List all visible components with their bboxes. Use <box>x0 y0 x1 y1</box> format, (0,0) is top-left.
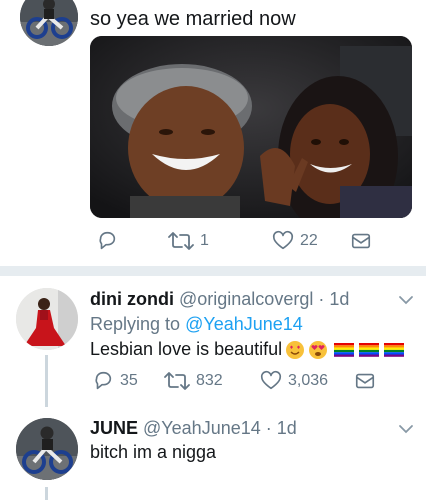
motorbike-avatar-image <box>20 0 78 46</box>
smiling-heart-eyes-emoji-icon <box>286 340 305 359</box>
tweet-actions: 35 832 3,036 <box>92 370 376 392</box>
retweet-icon <box>164 372 190 390</box>
motorbike-avatar-image <box>16 418 78 480</box>
tweet-text: bitch im a nigga <box>90 442 217 462</box>
reply-button[interactable]: 35 <box>92 370 164 392</box>
thread-line <box>45 487 48 500</box>
share-icon <box>351 233 371 249</box>
like-button[interactable]: 3,036 <box>260 370 354 392</box>
handle[interactable]: @originalcovergl <box>179 289 313 309</box>
rainbow-flags-emoji-icon <box>334 342 405 357</box>
tweet-photo[interactable] <box>90 36 412 218</box>
avatar[interactable] <box>16 288 78 350</box>
retweet-button[interactable]: 1 <box>168 230 272 252</box>
thread-line <box>45 355 48 407</box>
timestamp[interactable]: · 1d <box>318 289 349 309</box>
reply-icon <box>99 231 116 250</box>
tweet-header: dini zondi @originalcovergl · 1d <box>90 289 349 310</box>
retweet-button[interactable]: 832 <box>164 370 260 392</box>
retweet-count: 832 <box>196 372 223 389</box>
tweet-header: JUNE @YeahJune14 · 1d <box>90 418 297 439</box>
tweet-text: Lesbian love is beautiful <box>90 339 283 359</box>
handle[interactable]: @YeahJune14 <box>143 418 261 438</box>
tweet-body: Lesbian love is beautiful <box>90 339 406 360</box>
reply-button[interactable] <box>96 230 168 252</box>
like-count: 3,036 <box>288 372 329 389</box>
replying-to-label: Replying to <box>90 314 186 334</box>
selfie-photo-image <box>90 36 412 218</box>
chevron-down-icon[interactable] <box>398 423 414 435</box>
retweet-count: 1 <box>200 232 209 249</box>
like-icon <box>260 370 282 390</box>
display-name[interactable]: dini zondi <box>90 289 174 309</box>
tweet-text: so yea we married now <box>90 8 296 30</box>
share-button[interactable] <box>354 370 376 392</box>
tweet-divider <box>0 266 426 276</box>
share-button[interactable] <box>350 230 372 252</box>
heart-eyes-emoji-icon <box>309 340 328 359</box>
share-icon <box>355 373 375 389</box>
red-dress-avatar-image <box>16 288 78 350</box>
reply-count: 35 <box>120 372 138 389</box>
avatar[interactable] <box>16 418 78 480</box>
tweet-actions: 1 22 <box>96 230 372 252</box>
replying-to: Replying to @YeahJune14 <box>90 314 303 335</box>
replying-to-handle[interactable]: @YeahJune14 <box>185 314 303 334</box>
like-count: 22 <box>300 232 318 249</box>
reply-icon <box>95 371 112 390</box>
chevron-down-icon[interactable] <box>398 294 414 306</box>
retweet-icon <box>168 232 194 250</box>
like-button[interactable]: 22 <box>272 230 350 252</box>
like-icon <box>272 230 294 250</box>
timestamp[interactable]: · 1d <box>266 418 297 438</box>
avatar[interactable] <box>20 0 78 46</box>
display-name[interactable]: JUNE <box>90 418 138 438</box>
